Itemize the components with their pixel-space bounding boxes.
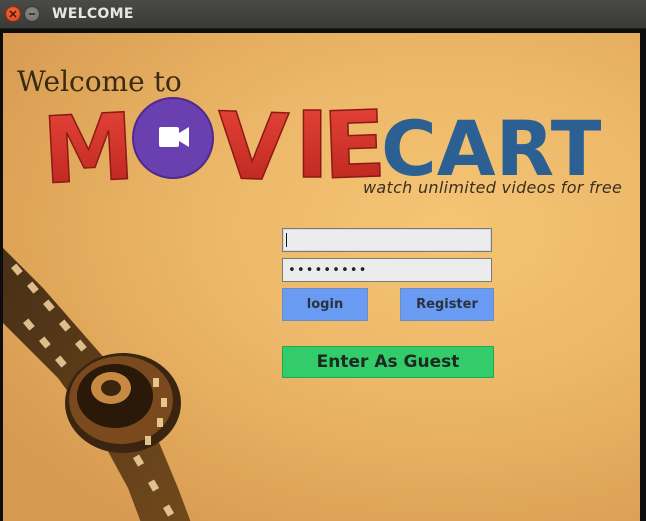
tagline: watch unlimited videos for free	[363, 178, 623, 197]
svg-text:M: M	[41, 93, 137, 193]
svg-text:V: V	[215, 93, 290, 193]
enter-as-guest-button[interactable]: Enter As Guest	[282, 346, 494, 378]
title-bar: WELCOME	[0, 0, 646, 29]
window-content: Welcome to M V I E CART watch unlimited …	[0, 29, 646, 521]
password-field[interactable]	[282, 258, 492, 282]
text-cursor	[286, 233, 287, 247]
minimize-icon[interactable]	[24, 6, 40, 22]
register-button[interactable]: Register	[400, 288, 494, 321]
window-title: WELCOME	[52, 6, 134, 22]
login-button[interactable]: login	[282, 288, 368, 321]
username-field[interactable]	[282, 228, 492, 252]
welcome-panel: Welcome to M V I E CART watch unlimited …	[3, 33, 640, 521]
film-reel-icon	[3, 248, 191, 521]
close-icon[interactable]	[5, 6, 21, 22]
